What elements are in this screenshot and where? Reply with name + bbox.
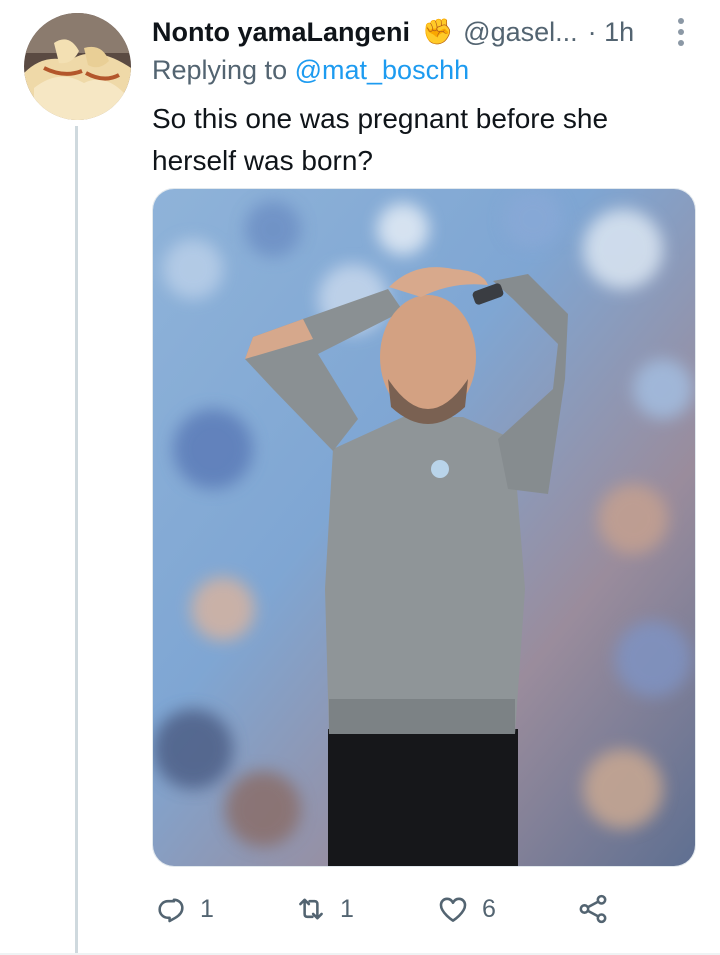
more-vertical-icon[interactable] (670, 16, 692, 48)
share-button[interactable] (576, 885, 610, 933)
share-icon (579, 894, 607, 924)
timestamp[interactable]: · 1h (588, 17, 635, 48)
replying-mention-link[interactable]: @mat_boschh (295, 55, 470, 85)
photo-man-hands-on-head (153, 189, 695, 866)
thread-line (75, 126, 78, 955)
raised-fist-emoji: ✊ (422, 17, 454, 46)
like-count: 6 (482, 894, 496, 923)
tweet-actions: 1 1 6 (152, 885, 692, 933)
reply-button[interactable]: 1 (154, 885, 214, 933)
user-handle[interactable]: @gasel... (463, 17, 577, 48)
tweet-media-photo[interactable] (152, 188, 696, 867)
tweet-header: Nonto yamaLangeni ✊ @gasel... · 1h (152, 12, 692, 52)
reply-count: 1 (200, 894, 214, 923)
retweet-count: 1 (340, 894, 354, 923)
replying-to: Replying to @mat_boschh (152, 55, 469, 86)
replying-prefix: Replying to (152, 55, 288, 85)
retweet-button[interactable]: 1 (294, 885, 354, 933)
tweet-text: So this one was pregnant before she hers… (152, 103, 609, 176)
reply-icon (158, 898, 184, 923)
display-name[interactable]: Nonto yamaLangeni (152, 17, 410, 48)
heart-icon (439, 897, 467, 922)
avatar-image (24, 13, 131, 120)
like-button[interactable]: 6 (436, 885, 496, 933)
retweet-icon (299, 898, 323, 920)
avatar[interactable] (24, 13, 131, 120)
